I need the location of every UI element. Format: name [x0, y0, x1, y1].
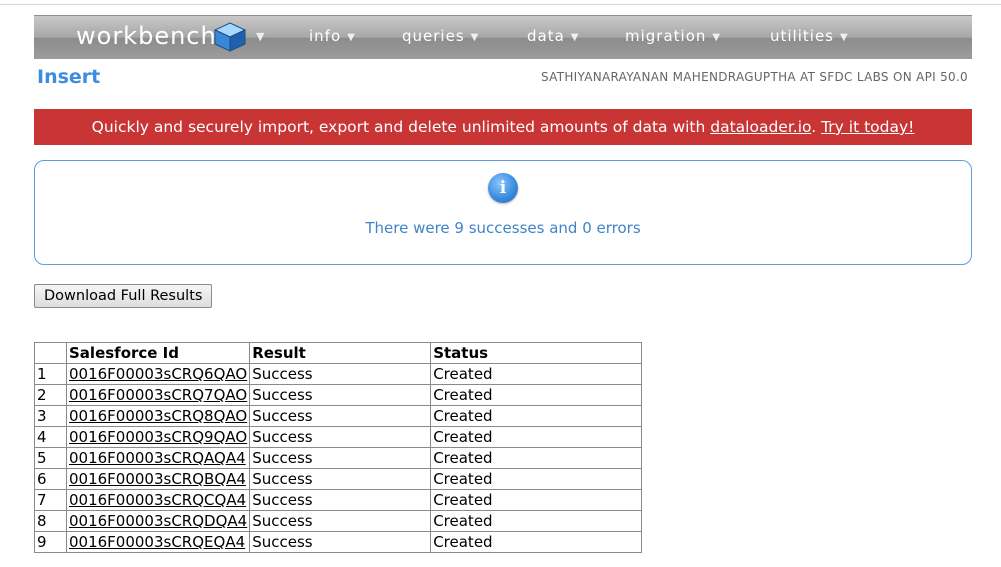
- chevron-down-icon[interactable]: ▼: [256, 30, 264, 43]
- salesforce-id-link[interactable]: 0016F00003sCRQDQA4: [69, 512, 247, 530]
- result-cell: Success: [249, 405, 432, 427]
- workbench-cube-icon[interactable]: [212, 21, 248, 53]
- status-cell: Created: [430, 531, 643, 553]
- row-number: 3: [34, 405, 67, 427]
- nav-data-label: data: [527, 27, 565, 45]
- row-number: 4: [34, 426, 67, 448]
- salesforce-id-link[interactable]: 0016F00003sCRQ8QAO: [69, 407, 247, 425]
- row-number: 6: [34, 468, 67, 490]
- column-header-salesforce-id: Salesforce Id: [65, 342, 251, 364]
- try-it-today-link[interactable]: Try it today!: [821, 118, 914, 136]
- table-row: 7 0016F00003sCRQCQA4 Success Created: [34, 489, 643, 511]
- status-cell: Created: [430, 510, 643, 532]
- result-cell: Success: [249, 489, 432, 511]
- status-cell: Created: [430, 426, 643, 448]
- workbench-logo-text[interactable]: workbench: [76, 22, 217, 50]
- result-cell: Success: [249, 447, 432, 469]
- salesforce-id-link[interactable]: 0016F00003sCRQ7QAO: [69, 386, 247, 404]
- table-row: 5 0016F00003sCRQAQA4 Success Created: [34, 447, 643, 469]
- dataloader-link[interactable]: dataloader.io: [710, 118, 811, 136]
- table-row: 8 0016F00003sCRQDQA4 Success Created: [34, 510, 643, 532]
- result-cell: Success: [249, 426, 432, 448]
- table-row: 6 0016F00003sCRQBQA4 Success Created: [34, 468, 643, 490]
- row-number: 7: [34, 489, 67, 511]
- nav-migration[interactable]: migration ▼: [625, 27, 721, 45]
- nav-utilities[interactable]: utilities ▼: [770, 27, 849, 45]
- result-cell: Success: [249, 510, 432, 532]
- nav-migration-label: migration: [625, 27, 707, 45]
- chevron-down-icon: ▼: [570, 32, 580, 43]
- info-icon: i: [488, 173, 518, 203]
- nav-info-label: info: [309, 27, 342, 45]
- banner-text: Quickly and securely import, export and …: [91, 118, 711, 136]
- salesforce-id-link[interactable]: 0016F00003sCRQEQA4: [69, 533, 245, 551]
- results-table: Salesforce Id Result Status 1 0016F00003…: [34, 342, 643, 553]
- salesforce-id-link[interactable]: 0016F00003sCRQBQA4: [69, 470, 246, 488]
- table-row: 4 0016F00003sCRQ9QAO Success Created: [34, 426, 643, 448]
- salesforce-id-link[interactable]: 0016F00003sCRQCQA4: [69, 491, 246, 509]
- status-cell: Created: [430, 489, 643, 511]
- table-row: 2 0016F00003sCRQ7QAO Success Created: [34, 384, 643, 406]
- page-title: Insert: [37, 66, 101, 88]
- table-row: 1 0016F00003sCRQ6QAO Success Created: [34, 363, 643, 385]
- status-cell: Created: [430, 384, 643, 406]
- result-cell: Success: [249, 384, 432, 406]
- row-number: 9: [34, 531, 67, 553]
- chevron-down-icon: ▼: [712, 32, 722, 43]
- row-number: 2: [34, 384, 67, 406]
- download-full-results-button[interactable]: Download Full Results: [34, 284, 213, 308]
- nav-queries[interactable]: queries ▼: [402, 27, 479, 45]
- status-cell: Created: [430, 363, 643, 385]
- result-cell: Success: [249, 363, 432, 385]
- result-cell: Success: [249, 531, 432, 553]
- row-number: 1: [34, 363, 67, 385]
- result-info-box: i There were 9 successes and 0 errors: [34, 160, 972, 265]
- row-number: 8: [34, 510, 67, 532]
- column-header-status: Status: [430, 342, 643, 364]
- table-header-row: Salesforce Id Result Status: [34, 342, 643, 364]
- result-summary-message: There were 9 successes and 0 errors: [365, 219, 641, 237]
- status-cell: Created: [430, 405, 643, 427]
- top-divider: [0, 4, 1001, 5]
- table-row: 3 0016F00003sCRQ8QAO Success Created: [34, 405, 643, 427]
- salesforce-id-link[interactable]: 0016F00003sCRQ6QAO: [69, 365, 247, 383]
- row-number: 5: [34, 447, 67, 469]
- chevron-down-icon: ▼: [347, 32, 356, 43]
- table-row: 9 0016F00003sCRQEQA4 Success Created: [34, 531, 643, 553]
- salesforce-id-link[interactable]: 0016F00003sCRQ9QAO: [69, 428, 247, 446]
- status-cell: Created: [430, 468, 643, 490]
- nav-utilities-label: utilities: [770, 27, 834, 45]
- user-connection-info: SATHIYANARAYANAN MAHENDRAGUPTHA AT SFDC …: [541, 70, 968, 84]
- top-navbar: workbench ▼ info ▼ queries ▼ data ▼ migrati…: [34, 15, 972, 59]
- promo-banner: Quickly and securely import, export and …: [34, 109, 972, 145]
- column-header-row-number: [34, 342, 67, 364]
- chevron-down-icon: ▼: [839, 32, 849, 43]
- banner-separator: .: [811, 118, 822, 136]
- nav-queries-label: queries: [402, 27, 465, 45]
- nav-data[interactable]: data ▼: [527, 27, 580, 45]
- salesforce-id-link[interactable]: 0016F00003sCRQAQA4: [69, 449, 246, 467]
- status-cell: Created: [430, 447, 643, 469]
- result-cell: Success: [249, 468, 432, 490]
- nav-info[interactable]: info ▼: [309, 27, 356, 45]
- chevron-down-icon: ▼: [470, 32, 480, 43]
- column-header-result: Result: [249, 342, 432, 364]
